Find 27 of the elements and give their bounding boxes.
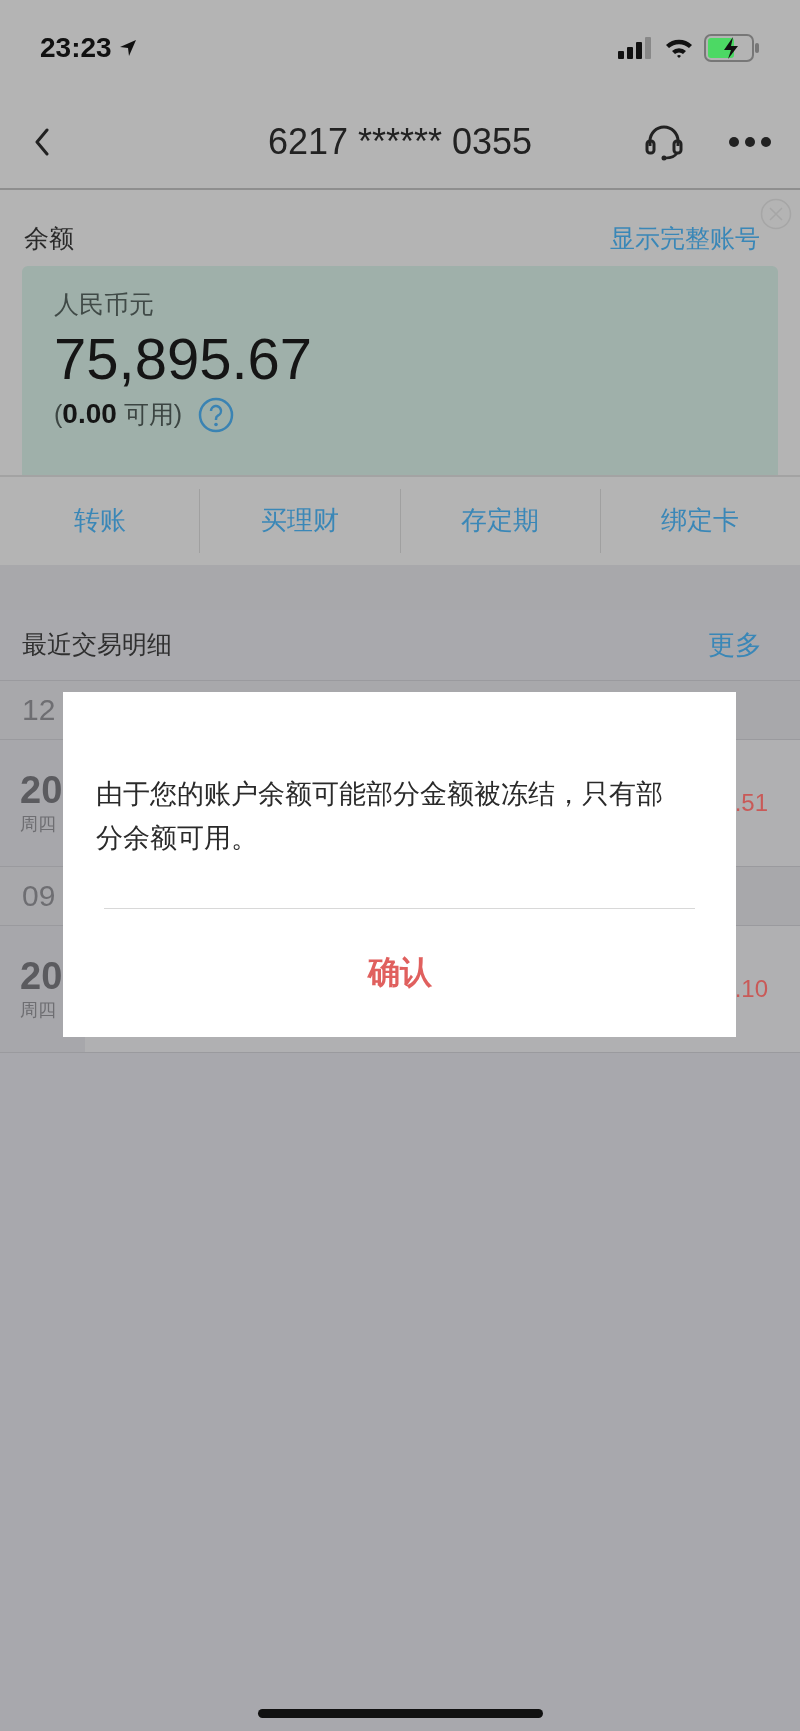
card-number-title: 6217 ****** 0355 [267, 120, 533, 163]
transaction-date: 20 [20, 769, 64, 812]
transaction-amount: .51 [734, 788, 768, 817]
currency-label: 人民币元 [54, 289, 155, 321]
signal-icon [618, 36, 654, 59]
more-link[interactable]: 更多 [708, 626, 762, 663]
more-icon[interactable] [728, 135, 772, 148]
battery-charging-icon [704, 33, 760, 62]
dialog-message: 由于您的账户余额可能部分金额被冻结，只有部分余额可用。 [95, 777, 664, 855]
action-button[interactable]: 买理财 [199, 488, 400, 553]
month-label: 12 [22, 692, 56, 727]
show-full-account-link[interactable]: 显示完整账号 [610, 221, 760, 255]
transaction-weekday: 周四 [20, 997, 57, 1022]
status-time: 23:23 [40, 31, 112, 64]
available-amount: (0.00 可用) [54, 398, 183, 432]
month-label: 09 [22, 878, 56, 913]
section-title: 最近交易明细 [22, 629, 172, 662]
action-button[interactable]: 转账 [0, 488, 200, 553]
transaction-date: 20 [20, 955, 64, 998]
action-button[interactable]: 绑定卡 [599, 488, 800, 553]
balance-label: 余额 [24, 222, 74, 255]
back-icon[interactable] [34, 127, 50, 156]
balance-amount: 75,895.67 [54, 327, 314, 391]
action-button[interactable]: 存定期 [399, 488, 600, 553]
transaction-amount: .10 [734, 974, 768, 1003]
confirm-button[interactable]: 确认 [63, 909, 736, 1037]
transaction-weekday: 周四 [20, 811, 57, 836]
